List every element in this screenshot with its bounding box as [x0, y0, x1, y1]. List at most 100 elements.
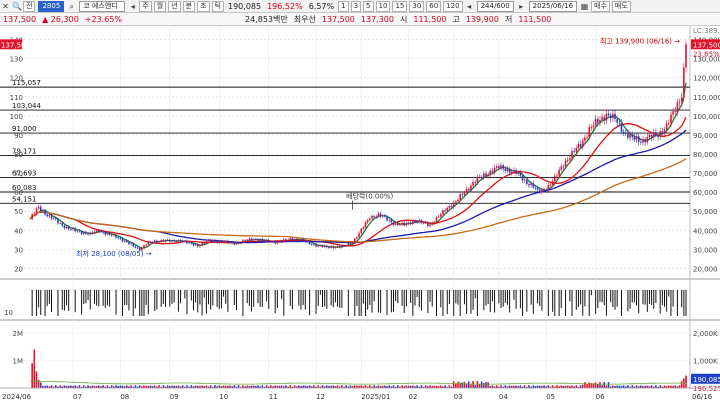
current-change-label: 23.65% [693, 50, 720, 58]
candle-body [650, 134, 653, 138]
candle-body [229, 242, 231, 244]
candle-body [483, 173, 485, 178]
stock-name-field[interactable]: 코 에스엔디 [79, 0, 126, 12]
minute-button-10[interactable]: 10 [375, 0, 391, 12]
price-tick-label: 90,000 [693, 132, 718, 140]
candle-body [328, 247, 330, 248]
candle-body [640, 141, 642, 143]
candle-body [667, 123, 670, 125]
arrow-left-icon[interactable]: ◂ [128, 2, 137, 11]
candle-body [203, 243, 206, 244]
candle-body [179, 239, 182, 242]
x-tick-label: 03 [454, 393, 463, 401]
candle-body [519, 172, 522, 176]
volume-bar [31, 363, 33, 388]
x-tick-label: 11 [269, 393, 278, 401]
candle-body [106, 233, 109, 235]
item-toggle-button[interactable]: 전 [23, 0, 36, 12]
x-tick-label: 12 [316, 393, 325, 401]
candle-body [102, 231, 104, 233]
period-button-minute[interactable]: 분 [182, 0, 196, 12]
volume-bar [59, 385, 61, 388]
minute-button-3[interactable]: 3 [350, 0, 362, 12]
minute-button-15[interactable]: 15 [392, 0, 408, 12]
volume-bar [261, 385, 264, 388]
candle-body [543, 189, 545, 190]
period-button-year[interactable]: 년 [168, 0, 181, 12]
minute-button-1[interactable]: 1 [338, 0, 349, 12]
sell-button[interactable]: 매도 [611, 0, 631, 12]
price-tick-label: 40,000 [693, 227, 718, 235]
candle-body [399, 224, 401, 226]
search-icon[interactable]: ⌕ [67, 2, 76, 11]
candle-body [508, 168, 511, 173]
volume-tick-label-left: 2M [13, 330, 24, 338]
candle-body [459, 194, 461, 200]
volume-bar [364, 385, 367, 388]
candle-body [554, 175, 556, 182]
x-tick-label: 08 [120, 393, 129, 401]
candle-body [676, 102, 679, 112]
candle-body [93, 231, 96, 234]
volume-bar [237, 385, 240, 388]
page-counter[interactable]: 244/600 [476, 0, 514, 12]
volume-bar [594, 382, 597, 388]
candle-body [123, 240, 126, 242]
date-input[interactable]: 2025/06/16 [528, 0, 578, 12]
candle-body [545, 189, 547, 191]
candle-body [461, 194, 464, 196]
close-icon[interactable]: ✕ [1, 2, 10, 11]
candle-body [665, 123, 668, 130]
candle-body [46, 214, 49, 217]
candle-body [652, 132, 655, 138]
candle-body [358, 232, 360, 238]
candle-body [526, 179, 528, 185]
candle-body [470, 185, 472, 191]
candle-body [220, 240, 223, 243]
candle-body [33, 213, 36, 215]
stock-chart[interactable]: 115,057103,04491,00079,17167,69360,08354… [0, 26, 720, 404]
period-button-week[interactable]: 주 [139, 0, 152, 12]
minute-button-120[interactable]: 120 [443, 0, 463, 12]
candle-body [151, 242, 154, 243]
candle-body [252, 239, 255, 241]
candle-body [614, 113, 616, 120]
minute-button-30[interactable]: 30 [409, 0, 425, 12]
current-price-label-left: 137,500 [1, 41, 30, 49]
price-tick-label-left: 40 [14, 227, 23, 235]
candle-body [594, 119, 597, 126]
candle-body [156, 240, 158, 243]
stock-code-input[interactable]: 2805 [38, 0, 65, 12]
candle-body [48, 215, 51, 217]
candle-body [190, 242, 193, 244]
open-label: 시 [400, 14, 408, 24]
candle-body [493, 167, 496, 173]
buy-button[interactable]: 매수 [591, 0, 610, 12]
volume-bar [607, 382, 610, 388]
search-icon[interactable]: 🔍 [12, 2, 22, 11]
candle-body [143, 245, 145, 248]
volume-bar [599, 382, 601, 388]
arrow-right-icon[interactable]: ▸ [517, 2, 526, 11]
candle-body [113, 234, 115, 236]
candle-body [569, 158, 571, 161]
candle-body [231, 242, 233, 244]
calendar-icon[interactable]: ▦ [580, 2, 589, 11]
volume-bar [313, 385, 315, 388]
volume-bar [597, 384, 599, 388]
candle-body [134, 246, 137, 248]
minute-button-5[interactable]: 5 [363, 0, 374, 12]
candle-body [590, 127, 593, 128]
period-button-month[interactable]: 월 [153, 0, 167, 12]
candle-body [601, 117, 603, 120]
period-button-tick[interactable]: 틱 [211, 0, 224, 12]
period-button-second[interactable]: 초 [197, 0, 210, 12]
price-tick-label-left: 120 [10, 75, 23, 83]
x-tick-label: 09 [170, 393, 179, 401]
ask-price: 137,300 [360, 14, 394, 24]
minute-button-60[interactable]: 60 [426, 0, 442, 12]
price-tick-label: 60,000 [693, 189, 718, 197]
candle-body [655, 132, 657, 135]
volume-bar [293, 385, 296, 388]
arrow-left-icon[interactable]: ◂ [465, 2, 474, 11]
